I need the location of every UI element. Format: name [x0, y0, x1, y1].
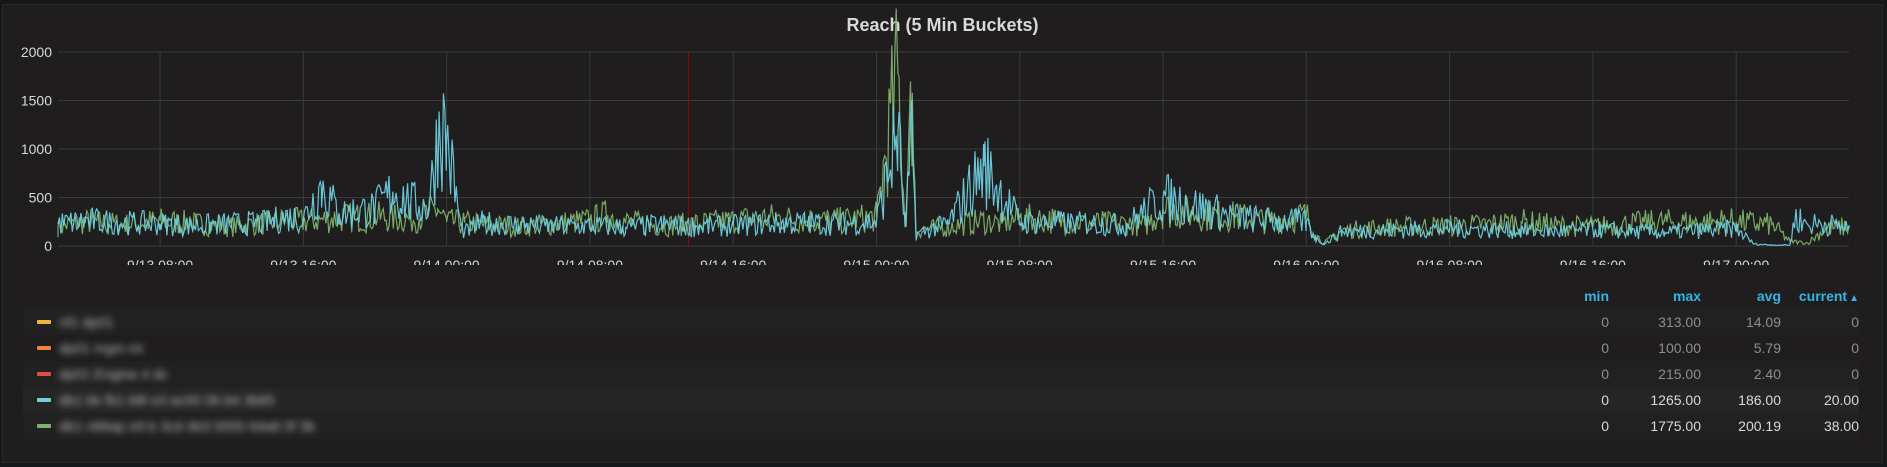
y-tick-label: 0 [44, 238, 52, 254]
series-color-swatch[interactable] [37, 398, 51, 402]
legend-header-max[interactable]: max [1609, 288, 1701, 304]
legend-value-min: 0 [1601, 392, 1609, 408]
x-tick-label: 9/15 00:00 [843, 257, 909, 265]
x-tick-label: 9/16 16:00 [1560, 257, 1626, 265]
legend-row[interactable]: dp01 mgm ini 0 100.00 5.79 0 [23, 335, 1859, 361]
y-tick-label: 2000 [21, 44, 52, 60]
legend-value-max: 1265.00 [1650, 392, 1701, 408]
legend-row[interactable]: dp01 Engine 4 dc 0 215.00 2.40 0 [23, 361, 1859, 387]
legend-value-current: 20.00 [1823, 392, 1859, 408]
legend-value-min: 0 [1601, 366, 1609, 382]
graph-panel: Reach (5 Min Buckets) 0 500 1000 1500 2000 9/… [2, 4, 1883, 463]
x-tick-label: 9/13 08:00 [127, 257, 193, 265]
series-name[interactable]: db1 bk fb1 bl8 e3 ac00 06 b4 3b65 [59, 392, 1549, 408]
series-name[interactable]: nf1 dp01 [59, 314, 1549, 330]
x-tick-label: 9/16 08:00 [1417, 257, 1483, 265]
y-tick-label: 500 [29, 190, 53, 206]
legend-row[interactable]: nf1 dp01 0 313.00 14.09 0 [23, 309, 1859, 335]
x-tick-label: 9/14 00:00 [414, 257, 480, 265]
legend-value-current: 0 [1851, 314, 1859, 330]
x-tick-label: 9/15 08:00 [987, 257, 1053, 265]
series-color-swatch[interactable] [37, 372, 51, 376]
legend-value-min: 0 [1601, 418, 1609, 434]
x-tick-label: 9/15 16:00 [1130, 257, 1196, 265]
series-color-swatch[interactable] [37, 346, 51, 350]
x-tick-label: 9/14 08:00 [557, 257, 623, 265]
sort-ascending-icon: ▲ [1849, 293, 1859, 304]
legend-row[interactable]: db1 n86ap e9 b 3cd 4b3 0000 64a8 0f 3b 0 1… [23, 413, 1859, 439]
legend-table: min max avg current ▲ nf1 dp01 0 313.00 14.0… [23, 283, 1859, 439]
x-tick-label: 9/14 16:00 [700, 257, 766, 265]
series-name[interactable]: dp01 mgm ini [59, 340, 1549, 356]
legend-value-max: 313.00 [1658, 314, 1701, 330]
series-color-swatch[interactable] [37, 320, 51, 324]
legend-value-avg: 2.40 [1753, 366, 1781, 382]
legend-value-current: 0 [1851, 340, 1859, 356]
legend-value-current: 38.00 [1823, 418, 1859, 434]
legend-value-avg: 5.79 [1753, 340, 1781, 356]
series-color-swatch[interactable] [37, 424, 51, 428]
legend-value-avg: 186.00 [1738, 392, 1781, 408]
legend-value-min: 0 [1601, 340, 1609, 356]
legend-row[interactable]: db1 bk fb1 bl8 e3 ac00 06 b4 3b65 0 1265.0… [23, 387, 1859, 413]
x-tick-label: 9/17 00:00 [1703, 257, 1769, 265]
legend-value-max: 215.00 [1658, 366, 1701, 382]
y-tick-label: 1000 [21, 141, 52, 157]
legend-value-max: 1775.00 [1650, 418, 1701, 434]
series-name[interactable]: db1 n86ap e9 b 3cd 4b3 0000 64a8 0f 3b [59, 418, 1549, 434]
legend-value-max: 100.00 [1658, 340, 1701, 356]
y-tick-label: 1500 [21, 93, 52, 109]
legend-header-min[interactable]: min [1549, 288, 1609, 304]
x-tick-label: 9/16 00:00 [1273, 257, 1339, 265]
legend-header-avg[interactable]: avg [1701, 288, 1781, 304]
legend-header: min max avg current ▲ [23, 283, 1859, 309]
legend-value-avg: 200.19 [1738, 418, 1781, 434]
series-line-green [57, 8, 1850, 246]
legend-value-current: 0 [1851, 366, 1859, 382]
legend-value-min: 0 [1601, 314, 1609, 330]
legend-header-current[interactable]: current ▲ [1781, 288, 1859, 304]
line-chart: 0 500 1000 1500 2000 9/13 08:00 9/13 16:00 9/14… [21, 8, 1850, 265]
series-name[interactable]: dp01 Engine 4 dc [59, 366, 1549, 382]
legend-value-avg: 14.09 [1745, 314, 1781, 330]
legend-header-current-label: current [1798, 288, 1848, 304]
x-tick-label: 9/13 16:00 [270, 257, 336, 265]
